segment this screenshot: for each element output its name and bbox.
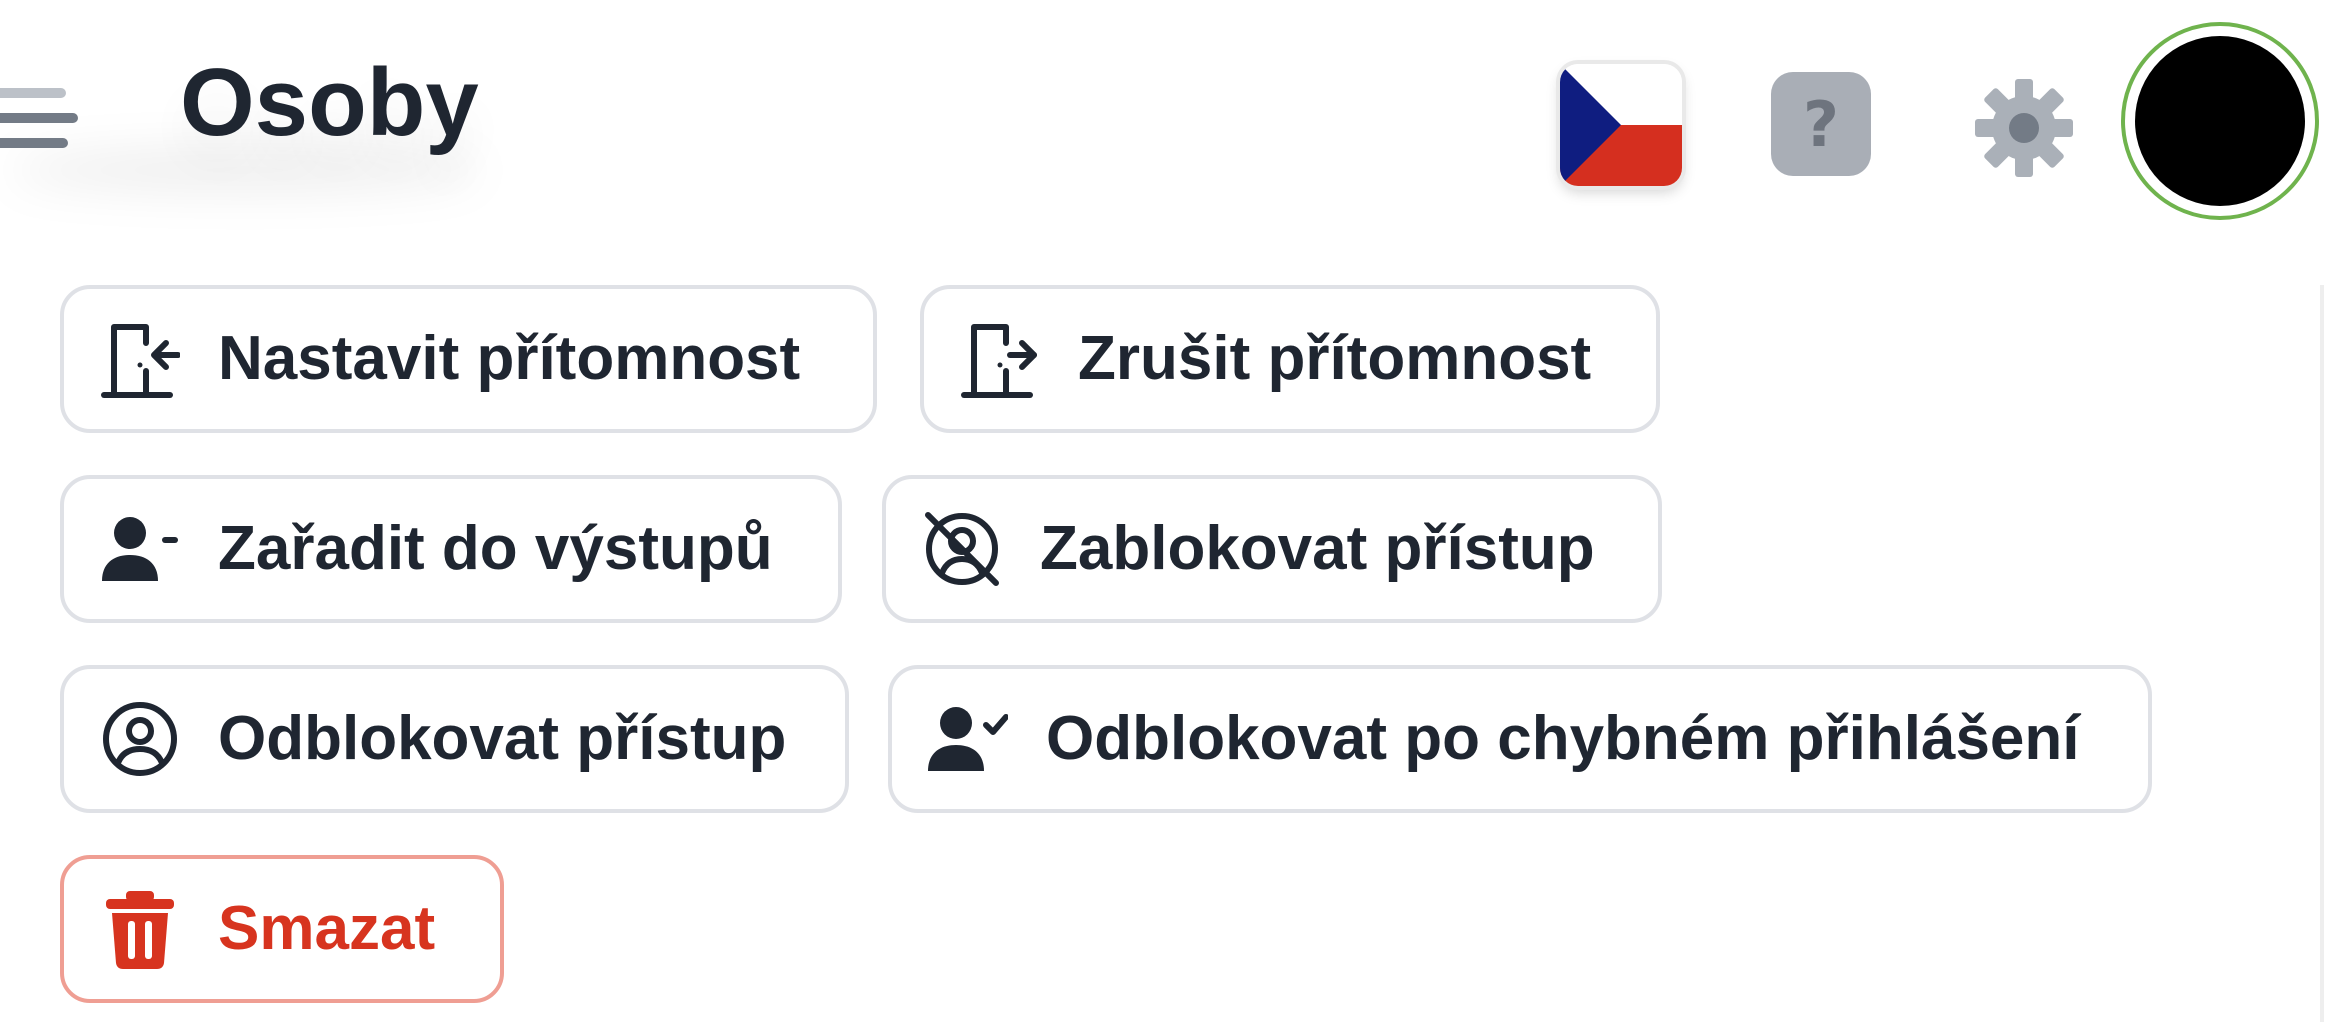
cancel-presence-button[interactable]: Zrušit přítomnost [920,285,1660,433]
hamburger-menu-button[interactable] [0,72,100,182]
door-enter-icon [100,319,180,399]
unblock-after-failed-login-button[interactable]: Odblokovat po chybném přihlášení [888,665,2152,813]
add-to-outputs-label: Zařadit do výstupů [218,514,773,583]
door-exit-icon [960,319,1040,399]
help-icon: ? [1803,87,1839,161]
user-circle-icon [100,699,180,779]
set-presence-button[interactable]: Nastavit přítomnost [60,285,877,433]
add-to-outputs-button[interactable]: Zařadit do výstupů [60,475,842,623]
user-avatar-button[interactable] [2121,22,2319,220]
page-title: Osoby [180,49,479,156]
hamburger-menu-icon [0,88,78,148]
delete-label: Smazat [218,894,436,963]
user-minus-icon [100,509,180,589]
settings-button[interactable] [1974,78,2074,178]
unblock-after-failed-login-label: Odblokovat po chybném přihlášení [1046,704,2080,773]
unblock-access-label: Odblokovat přístup [218,704,787,773]
set-presence-label: Nastavit přítomnost [218,324,801,393]
trash-icon [100,889,180,969]
blocked-user-icon [922,509,1002,589]
delete-button[interactable]: Smazat [60,855,504,1003]
language-switch-button[interactable] [1560,64,1682,186]
unblock-access-button[interactable]: Odblokovat přístup [60,665,849,813]
avatar-icon [2135,36,2305,206]
gear-icon [1975,79,2073,177]
block-access-label: Zablokovat přístup [1040,514,1595,583]
block-access-button[interactable]: Zablokovat přístup [882,475,1662,623]
cancel-presence-label: Zrušit přítomnost [1078,324,1592,393]
help-button[interactable]: ? [1771,72,1871,176]
user-check-icon [928,699,1008,779]
scrollbar-track[interactable] [2320,285,2324,1022]
czech-flag-icon [1560,64,1682,186]
